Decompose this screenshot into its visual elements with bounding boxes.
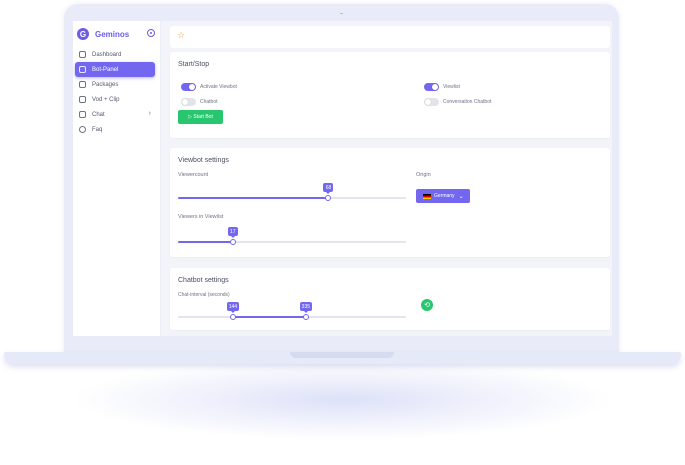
viewlist-toggle[interactable]	[424, 83, 439, 91]
sidebar-item-label: Bot-Panel	[92, 66, 119, 73]
chatbot-toggle[interactable]	[181, 98, 196, 106]
viewers-in-viewlist-label: Viewers in Viewlist	[178, 214, 224, 220]
monitor-icon	[79, 66, 86, 73]
slider-min-tooltip: 144	[226, 302, 240, 313]
start-stop-card: Start/Stop Activate Viewbot Viewlist Cha…	[170, 52, 610, 138]
chevron-right-icon: ›	[148, 110, 151, 117]
sidebar-item-label: Packages	[92, 81, 119, 88]
toggle-label: Activate Viewbot	[200, 84, 237, 90]
refresh-icon[interactable]: ⟲	[421, 299, 433, 311]
viewers-in-viewlist-slider[interactable]: 17	[178, 227, 406, 245]
activate-viewbot-toggle[interactable]	[181, 83, 196, 91]
toggle-label: Chatbot	[200, 99, 218, 105]
chat-interval-label: Chat-interval (seconds)	[178, 292, 230, 298]
viewercount-label: Viewercount	[178, 172, 209, 178]
origin-label: Origin	[416, 172, 431, 178]
sidebar-item-packages[interactable]: Packages	[75, 77, 155, 92]
slider-min-handle[interactable]	[229, 314, 236, 320]
star-icon[interactable]: ☆	[177, 31, 185, 40]
sidebar-item-vod-clip[interactable]: Vod + Clip	[75, 92, 155, 107]
origin-selected: Germany	[434, 193, 455, 199]
laptop-shadow	[70, 360, 615, 440]
slider-handle[interactable]	[325, 195, 332, 201]
chat-bubble-icon	[79, 111, 86, 118]
slider-max-handle[interactable]	[302, 314, 309, 320]
chat-interval-range-slider[interactable]: 144 335	[178, 302, 406, 320]
card-title: Chatbot settings	[178, 277, 229, 284]
start-bot-button[interactable]: ▷ Start Bot	[178, 110, 223, 124]
logo-icon: G	[77, 28, 89, 40]
slider-fill	[178, 241, 233, 243]
slider-handle[interactable]	[229, 239, 236, 245]
toggle-label: Viewlist	[443, 84, 460, 90]
sidebar-item-label: Vod + Clip	[92, 96, 120, 103]
app-screen: G Geminos Dashboard Bot-Panel Packages V…	[73, 21, 612, 336]
cart-icon	[79, 81, 86, 88]
conversation-chatbot-toggle[interactable]	[424, 98, 439, 106]
settings-icon	[79, 126, 86, 133]
laptop-notch	[290, 352, 394, 358]
slider-fill	[232, 316, 306, 318]
sidebar-item-label: Dashboard	[92, 51, 122, 58]
sidebar-item-faq[interactable]: Faq	[75, 122, 155, 137]
camera	[340, 13, 343, 14]
sidebar-item-label: Faq	[92, 126, 103, 133]
laptop-mockup: G Geminos Dashboard Bot-Panel Packages V…	[0, 0, 685, 465]
top-bar: ☆	[170, 26, 610, 48]
chat-square-icon	[79, 51, 86, 58]
slider-fill	[178, 197, 329, 199]
card-title: Viewbot settings	[178, 157, 229, 164]
collapse-sidebar-icon[interactable]	[147, 29, 155, 37]
sidebar-item-bot-panel[interactable]: Bot-Panel	[75, 62, 155, 77]
copy-icon	[79, 96, 86, 103]
slider-value-tooltip: 68	[323, 183, 334, 194]
origin-dropdown[interactable]: Germany ⌄	[416, 189, 470, 203]
chevron-down-icon: ⌄	[458, 193, 464, 200]
brand-name: Geminos	[95, 29, 130, 39]
slider-value-tooltip: 17	[227, 227, 238, 238]
sidebar: G Geminos Dashboard Bot-Panel Packages V…	[73, 21, 161, 336]
viewercount-slider[interactable]: 68	[178, 183, 406, 201]
sidebar-item-dashboard[interactable]: Dashboard	[75, 47, 155, 62]
chatbot-settings-card: Chatbot settings Chat-interval (seconds)…	[170, 268, 610, 330]
germany-flag-icon	[423, 193, 431, 199]
sidebar-item-chat[interactable]: Chat ›	[75, 107, 155, 122]
sidebar-item-label: Chat	[92, 111, 105, 118]
viewbot-settings-card: Viewbot settings Viewercount 68 Origin G…	[170, 148, 610, 257]
slider-max-tooltip: 335	[299, 302, 313, 313]
card-title: Start/Stop	[178, 61, 210, 68]
toggle-label: Conversation Chatbot	[443, 99, 492, 105]
